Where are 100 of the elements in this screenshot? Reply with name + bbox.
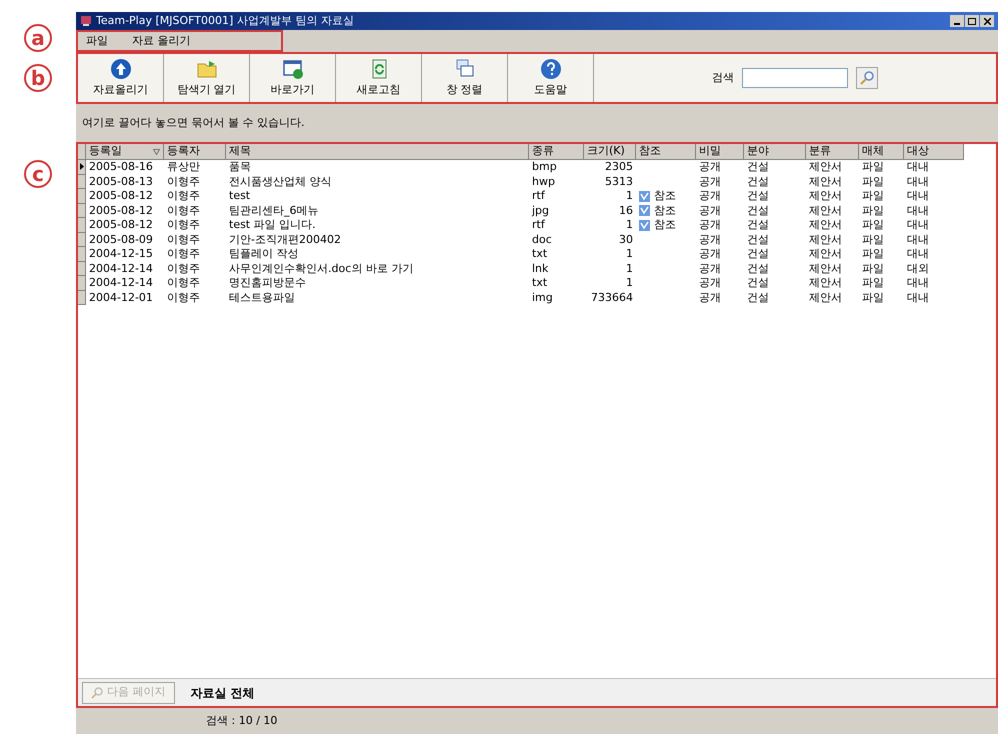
table-cell: 대내 [907,189,929,204]
table-cell: 공개 [699,276,721,290]
maximize-button[interactable] [965,15,979,27]
toolbar-button[interactable]: 자료올리기 [78,54,164,102]
table-cell: 제안서 [809,174,842,189]
column-header[interactable]: 제목 [226,144,529,159]
help-icon [540,58,562,80]
column-header[interactable]: 등록일 [86,144,164,159]
table-cell: 류상만 [167,160,200,174]
table-cell: 건설 [747,262,769,276]
table-cell: 파일 [862,204,884,218]
close-button[interactable] [980,15,994,27]
column-header[interactable]: 비밀 [696,144,744,159]
toolbar-button[interactable]: 탐색기 열기 [164,54,250,102]
table-cell: 공개 [699,218,721,232]
table-cell: img [532,290,553,305]
table-cell: 대내 [907,247,929,262]
app-icon [80,15,92,27]
row-header[interactable] [78,160,86,174]
table-cell: 공개 [699,204,721,218]
table-cell: 파일 [862,160,884,174]
table-cell: 이형주 [167,204,200,218]
callout-marker: a [24,24,52,52]
table-cell: 전시품생산업체 양식 [229,174,332,189]
toolbar-button[interactable]: 바로가기 [250,54,336,102]
table-cell: 공개 [699,247,721,262]
toolbar-button[interactable]: 창 정렬 [422,54,508,102]
table-cell: 30 [619,232,633,247]
table-cell: 공개 [699,290,721,305]
search-button[interactable] [856,67,878,89]
search-field[interactable] [742,68,848,88]
table-cell: 대내 [907,218,929,232]
search-label: 검색 [712,70,734,86]
table-cell: 테스트용파일 [229,290,295,305]
table-cell: rtf [532,189,545,204]
table-cell: 이형주 [167,262,200,276]
reference-icon [639,220,650,231]
table-cell: 대내 [907,276,929,290]
table-cell: doc [532,232,552,247]
table-cell: hwp [532,174,555,189]
table-cell: 16 [619,204,633,218]
table-cell: 기안-조직개편200402 [229,232,341,247]
table-cell: 대내 [907,232,929,247]
table-cell: 대내 [907,204,929,218]
column-header[interactable]: 분류 [806,144,859,159]
table-cell: 이형주 [167,247,200,262]
minimize-button[interactable] [950,15,964,27]
table-cell: 제안서 [809,218,842,232]
search-icon [91,686,103,698]
table-cell: 공개 [699,262,721,276]
column-header[interactable]: 크기(K) [584,144,636,159]
table-cell: 제안서 [809,262,842,276]
table-cell: 참조 [654,218,676,232]
table-cell: 제안서 [809,290,842,305]
table-cell: txt [532,247,548,262]
table-cell: test [229,189,250,204]
table-cell: 2004-12-14 [89,262,153,276]
table-cell: 2305 [605,160,633,174]
table-cell: 건설 [747,247,769,262]
table-cell: 2004-12-15 [89,247,153,262]
menu-item[interactable]: 자료 올리기 [132,32,190,50]
table-cell: 공개 [699,232,721,247]
reference-icon [639,190,650,202]
toolbar-button[interactable]: 새로고침 [336,54,422,102]
table-cell: 파일 [862,218,884,232]
table-cell: 제안서 [809,204,842,218]
column-header[interactable]: 참조 [636,144,696,159]
column-header[interactable]: 매체 [859,144,904,159]
table-cell: 건설 [747,232,769,247]
table-cell: 품목 [229,160,251,174]
table-cell: 공개 [699,160,721,174]
reference-icon [639,205,650,216]
table-cell: 명진홈피방문수 [229,276,306,290]
column-header[interactable]: 분야 [744,144,806,159]
table-cell: 5313 [605,174,633,189]
scope-label: 자료실 전체 [190,684,255,702]
table-cell: 공개 [699,174,721,189]
table-cell: bmp [532,160,557,174]
table-cell: 2005-08-12 [89,218,153,232]
column-header[interactable]: 대상 [904,144,964,159]
table-cell: 1 [626,218,633,232]
table-cell: 파일 [862,247,884,262]
table-cell: 이형주 [167,218,200,232]
sort-arrow-icon [153,148,160,154]
table-cell: 1 [626,189,633,204]
table-cell: 참조 [654,204,676,218]
toolbar-button[interactable]: 도움말 [508,54,594,102]
table-cell: 제안서 [809,160,842,174]
column-header[interactable]: 등록자 [164,144,226,159]
table-cell: 이형주 [167,276,200,290]
table-cell: 대내 [907,174,929,189]
menu-item[interactable]: 파일 [86,32,108,50]
table-cell: 건설 [747,290,769,305]
table-cell: 2005-08-13 [89,174,153,189]
current-row-icon [80,163,84,170]
table-cell: 제안서 [809,276,842,290]
table-cell: 건설 [747,218,769,232]
table-cell: 팀플레이 작성 [229,247,298,262]
column-header[interactable]: 종류 [529,144,584,159]
table-cell: 파일 [862,189,884,204]
